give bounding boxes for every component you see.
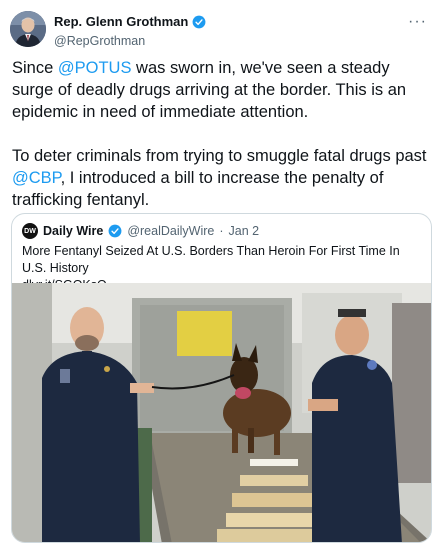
quoted-headline: More Fentanyl Seized At U.S. Borders Tha…	[22, 244, 400, 275]
author-name[interactable]: Rep. Glenn Grothman	[54, 14, 206, 29]
verified-badge-icon	[108, 224, 122, 238]
daily-wire-logo: DW	[22, 223, 38, 239]
mention-potus[interactable]: @POTUS	[58, 59, 132, 77]
verified-badge-icon	[192, 15, 206, 28]
separator: ·	[219, 224, 224, 238]
quoted-tweet[interactable]: DW Daily Wire @realDailyWire · Jan 2 Mor…	[11, 213, 432, 543]
quoted-author-handle: @realDailyWire	[127, 224, 215, 238]
more-icon[interactable]: ···	[408, 13, 427, 31]
author-avatar[interactable]	[10, 11, 46, 47]
author-handle[interactable]: @RepGrothman	[54, 34, 206, 48]
quoted-tweet-image[interactable]	[12, 283, 431, 542]
quoted-date: Jan 2	[228, 224, 260, 238]
tweet-header: Rep. Glenn Grothman @RepGrothman ···	[10, 11, 433, 51]
tweet-text: Since @POTUS was sworn in, we've seen a …	[12, 57, 432, 233]
quoted-tweet-header: DW Daily Wire @realDailyWire · Jan 2	[22, 223, 259, 239]
tweet-paragraph-1: Since @POTUS was sworn in, we've seen a …	[12, 59, 407, 121]
tweet-paragraph-2: To deter criminals from trying to smuggl…	[12, 147, 427, 209]
cbp-dog-photo	[12, 283, 431, 542]
quoted-author-name: Daily Wire	[43, 224, 104, 238]
mention-cbp[interactable]: @CBP	[12, 169, 61, 187]
